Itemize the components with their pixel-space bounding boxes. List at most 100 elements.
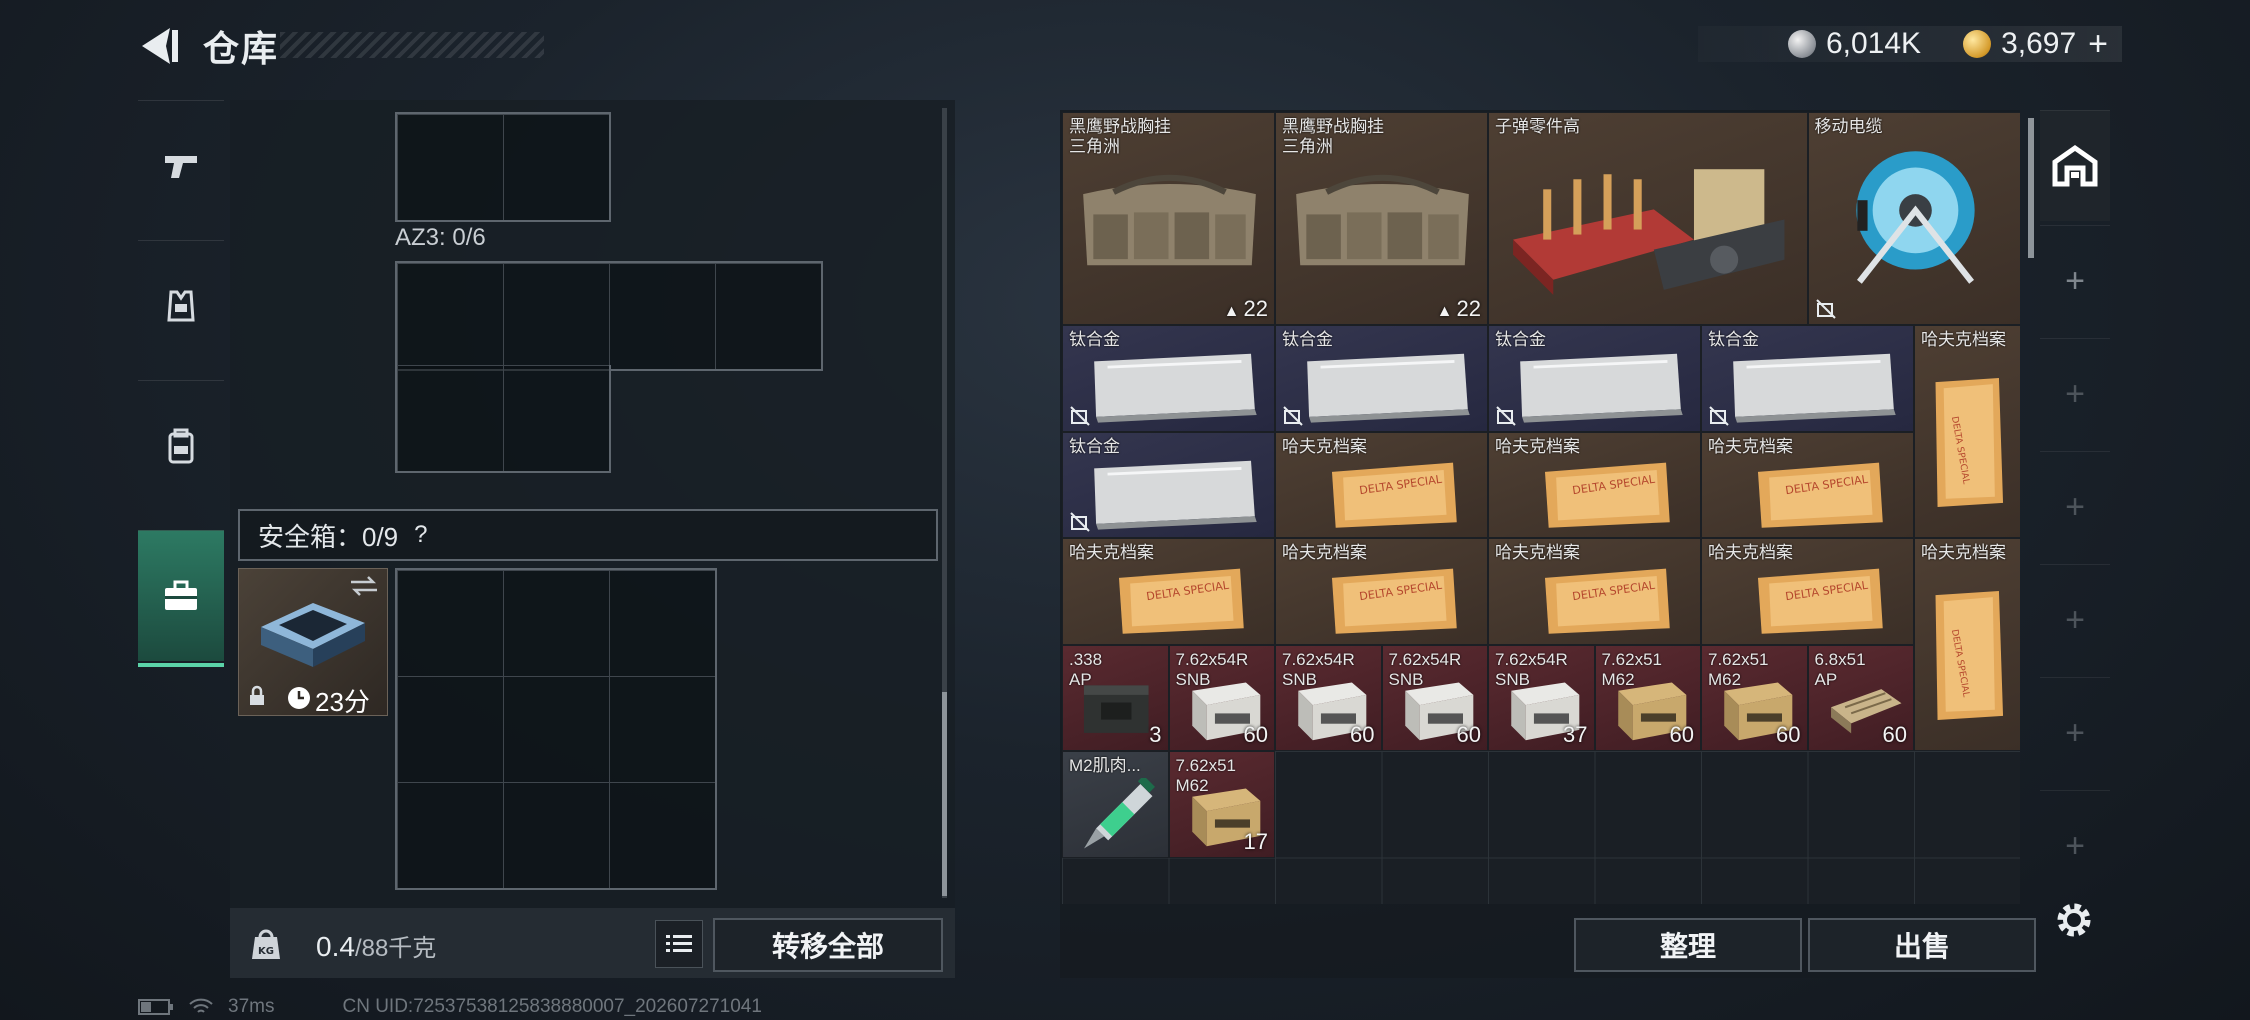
storage-item[interactable]: 子弹零件高 bbox=[1488, 112, 1808, 325]
container-grid-top bbox=[395, 112, 611, 222]
archive-folder-icon: DELTA SPECIAL bbox=[1935, 378, 2004, 507]
storage-item[interactable]: 7.62x54R SNB 60 bbox=[1381, 644, 1488, 751]
storage-item[interactable]: M2肌肉... bbox=[1062, 751, 1169, 858]
storage-item[interactable]: DELTA SPECIAL 哈夫克档案 bbox=[1275, 538, 1488, 645]
gold-amount: 3,697 bbox=[2001, 27, 2077, 60]
item-name: 黑鹰野战胸挂 三角洲 bbox=[1282, 117, 1384, 156]
safe-box-grid[interactable] bbox=[395, 568, 717, 890]
item-name: 子弹零件高 bbox=[1495, 117, 1580, 136]
storage-item[interactable]: 钛合金 bbox=[1062, 431, 1275, 538]
safe-box-label: 安全箱：0/9 bbox=[258, 521, 399, 552]
item-name: 哈夫克档案 bbox=[1921, 543, 2006, 562]
battery-icon bbox=[138, 999, 173, 1015]
az3-grid-bottom[interactable] bbox=[395, 365, 611, 473]
item-name: 钛合金 bbox=[1069, 436, 1120, 456]
storage-item[interactable]: 钛合金 bbox=[1275, 325, 1488, 432]
storage-item[interactable]: DELTA SPECIAL 哈夫克档案 bbox=[1701, 431, 1914, 538]
lock-icon bbox=[250, 685, 264, 705]
item-count: 17 bbox=[1243, 828, 1268, 854]
storage-item[interactable]: 黑鹰野战胸挂 三角洲 ▲ 22 bbox=[1275, 112, 1488, 325]
tab-weapons[interactable] bbox=[138, 100, 224, 231]
swap-icon[interactable] bbox=[349, 575, 379, 597]
gear-icon[interactable] bbox=[2052, 898, 2096, 942]
weight-value: 0.4 bbox=[316, 931, 355, 962]
storage-item[interactable]: 6.8x51 AP 60 bbox=[1807, 644, 1914, 751]
storage-item[interactable]: 黑鹰野战胸挂 三角洲 ▲ 22 bbox=[1062, 112, 1275, 325]
inventory-scrollbar-thumb[interactable] bbox=[942, 692, 947, 896]
storage-item[interactable]: DELTA SPECIAL 哈夫克档案 bbox=[1062, 538, 1275, 645]
storage-item[interactable]: 钛合金 bbox=[1701, 325, 1914, 432]
archive-folder-icon: DELTA SPECIAL bbox=[1544, 462, 1670, 528]
tab-safe-box[interactable] bbox=[138, 530, 224, 667]
briefcase-icon bbox=[165, 580, 197, 610]
list-view-button[interactable] bbox=[655, 920, 703, 968]
item-count: 3 bbox=[1149, 722, 1162, 747]
chest-rig-icon bbox=[1296, 174, 1469, 266]
item-name: 7.62x54R SNB bbox=[1388, 649, 1462, 689]
az3-grid-top[interactable] bbox=[395, 261, 823, 371]
armor-vest-icon bbox=[167, 290, 195, 322]
plus-icon: + bbox=[2065, 713, 2085, 752]
storage-tab-add-2[interactable]: + bbox=[2040, 338, 2110, 449]
storage-tab-add-4[interactable]: + bbox=[2040, 564, 2110, 675]
title-decoration bbox=[280, 32, 544, 58]
storage-tab-add-1[interactable]: + bbox=[2040, 225, 2110, 336]
storage-page-tabs: + + + + + + bbox=[2040, 110, 2110, 880]
not-sellable-icon bbox=[1069, 405, 1091, 427]
item-count: 60 bbox=[1669, 722, 1694, 747]
item-name: 哈夫克档案 bbox=[1495, 543, 1580, 562]
item-name: 移动电缆 bbox=[1814, 117, 1883, 136]
status-bar: 37ms CN UID:72537538125838880007_2026072… bbox=[138, 996, 762, 1018]
titanium-plate-icon bbox=[1094, 353, 1257, 423]
not-sellable-icon bbox=[1282, 405, 1304, 427]
storage-tab-add-3[interactable]: + bbox=[2040, 451, 2110, 562]
list-icon bbox=[666, 935, 692, 952]
item-count: 60 bbox=[1456, 722, 1481, 747]
storage-grid[interactable]: 黑鹰野战胸挂 三角洲 ▲ 22 黑鹰野战胸挂 三角洲 ▲ 22 子弹零件高 移动电缆 钛合金 钛合金钛… bbox=[1062, 112, 2020, 904]
storage-item[interactable]: 7.62x54R SNB 60 bbox=[1168, 644, 1275, 751]
storage-tab-home[interactable] bbox=[2040, 110, 2110, 221]
storage-item[interactable]: 7.62x54R SNB 60 bbox=[1275, 644, 1382, 751]
storage-scrollbar[interactable] bbox=[2028, 118, 2034, 258]
storage-tab-add-5[interactable]: + bbox=[2040, 677, 2110, 788]
item-name: 6.8x51 AP bbox=[1814, 649, 1866, 689]
storage-item[interactable]: 7.62x51 M62 60 bbox=[1594, 644, 1701, 751]
storage-tab-add-6[interactable]: + bbox=[2040, 790, 2110, 901]
cable-reel-icon bbox=[1855, 151, 1975, 284]
storage-item[interactable]: DELTA SPECIAL 哈夫克档案 bbox=[1914, 538, 2020, 751]
organize-button[interactable]: 整理 bbox=[1574, 918, 1802, 972]
plus-icon: + bbox=[2065, 261, 2085, 300]
currency-bar: 6,014K 3,697 + bbox=[1697, 25, 2122, 64]
storage-item[interactable]: 钛合金 bbox=[1488, 325, 1701, 432]
storage-item[interactable]: 7.62x51 M62 60 bbox=[1701, 644, 1808, 751]
archive-folder-icon: DELTA SPECIAL bbox=[1331, 462, 1457, 528]
item-count: 60 bbox=[1882, 722, 1907, 747]
help-icon[interactable]: ? bbox=[414, 521, 427, 549]
storage-item[interactable]: DELTA SPECIAL 哈夫克档案 bbox=[1914, 325, 2020, 538]
storage-item[interactable]: DELTA SPECIAL 哈夫克档案 bbox=[1701, 538, 1914, 645]
add-currency-button[interactable]: + bbox=[2088, 25, 2108, 64]
item-count: ▲ 22 bbox=[1436, 296, 1481, 321]
storage-item[interactable]: .338 AP 3 bbox=[1062, 644, 1169, 751]
storage-item[interactable]: DELTA SPECIAL 哈夫克档案 bbox=[1488, 538, 1701, 645]
bullet-parts-icon bbox=[1513, 169, 1785, 295]
storage-item[interactable]: 7.62x51 M62 17 bbox=[1168, 751, 1275, 858]
storage-item[interactable]: DELTA SPECIAL 哈夫克档案 bbox=[1275, 431, 1488, 538]
back-arrow-icon[interactable] bbox=[136, 24, 184, 68]
item-name: 哈夫克档案 bbox=[1282, 543, 1367, 562]
storage-item[interactable]: DELTA SPECIAL 哈夫克档案 bbox=[1488, 431, 1701, 538]
item-name: 哈夫克档案 bbox=[1708, 436, 1793, 456]
item-name: 钛合金 bbox=[1069, 330, 1120, 349]
storage-item[interactable]: 移动电缆 bbox=[1807, 112, 2020, 325]
sell-button[interactable]: 出售 bbox=[1808, 918, 2036, 972]
chest-rig-icon bbox=[1083, 174, 1256, 266]
gold-coin-icon bbox=[1963, 30, 1992, 58]
storage-item[interactable]: 7.62x54R SNB 37 bbox=[1488, 644, 1595, 751]
archive-folder-icon: DELTA SPECIAL bbox=[1757, 462, 1883, 528]
item-count: 37 bbox=[1563, 722, 1588, 747]
tab-backpack[interactable] bbox=[138, 380, 224, 511]
transfer-all-button[interactable]: 转移全部 bbox=[713, 918, 943, 972]
tab-armor[interactable] bbox=[138, 240, 224, 371]
safe-box-item[interactable]: 23分 bbox=[238, 568, 388, 717]
storage-item[interactable]: 钛合金 bbox=[1062, 325, 1275, 432]
